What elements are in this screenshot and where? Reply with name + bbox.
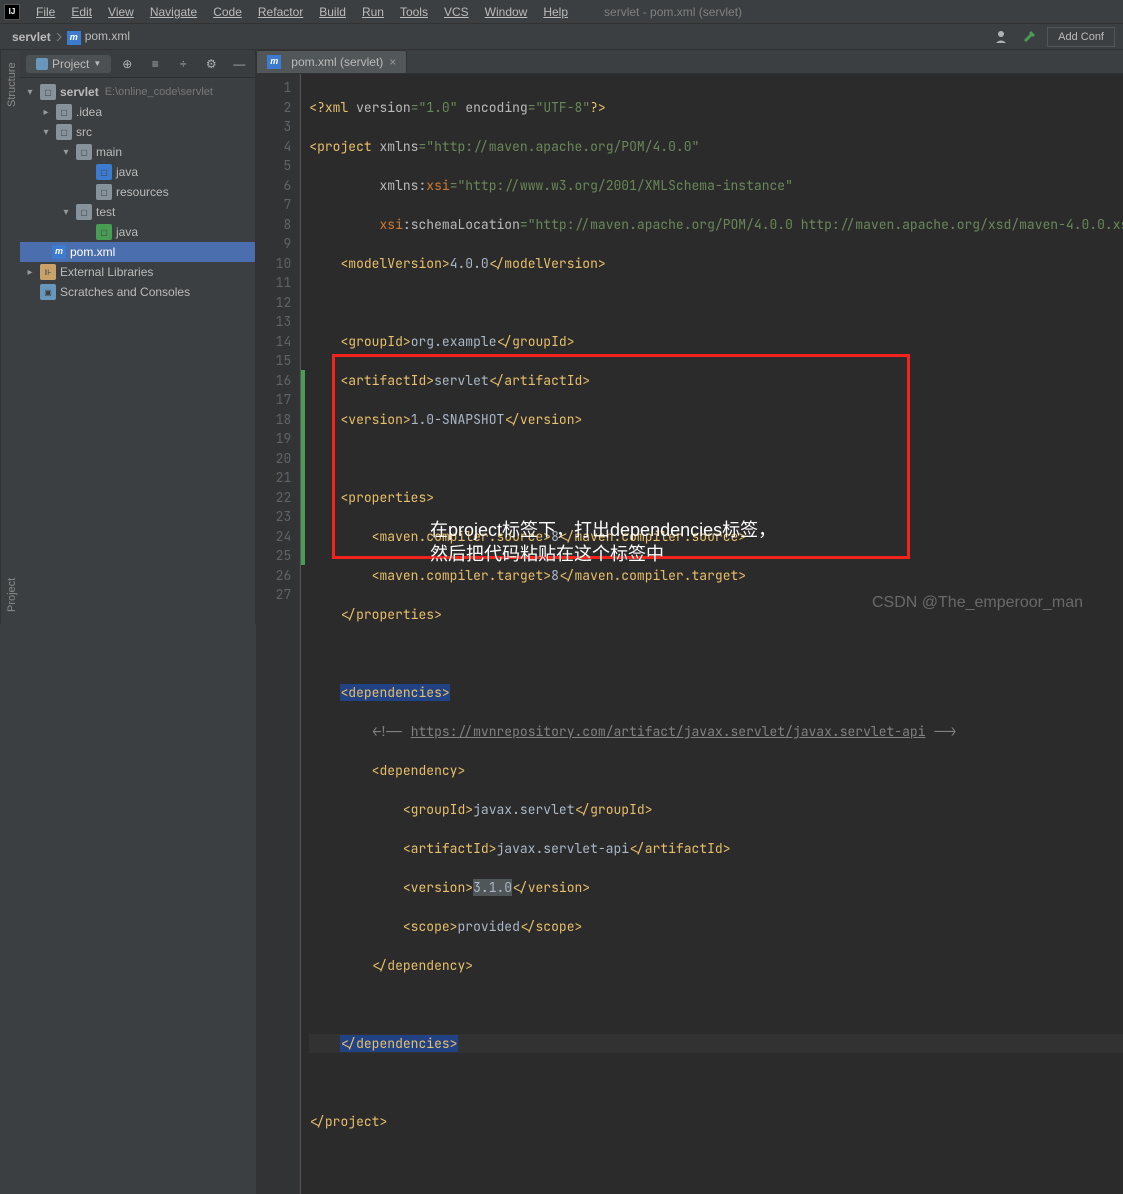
library-icon: ⊪ <box>40 264 56 280</box>
tree-main[interactable]: ▾▢main <box>20 142 255 162</box>
locate-icon[interactable]: ⊕ <box>117 54 137 74</box>
tree-src[interactable]: ▾▢src <box>20 122 255 142</box>
menu-tools[interactable]: Tools <box>392 0 436 24</box>
chevron-right-icon <box>55 33 63 41</box>
menu-refactor[interactable]: Refactor <box>250 0 311 24</box>
tree-external-libs[interactable]: ▸⊪External Libraries <box>20 262 255 282</box>
folder-icon: ▢ <box>76 144 92 160</box>
project-view-selector[interactable]: Project ▼ <box>26 55 111 73</box>
project-icon <box>36 58 48 70</box>
project-tool-window: Project ▼ ⊕ ≡ ÷ ⚙ — ▾▢servletE:\online_c… <box>20 50 256 624</box>
main-menu-bar: IJ File Edit View Navigate Code Refactor… <box>0 0 1123 24</box>
tree-test[interactable]: ▾▢test <box>20 202 255 222</box>
tree-resources[interactable]: ▢resources <box>20 182 255 202</box>
editor-tab-pom[interactable]: m pom.xml (servlet) × <box>256 50 407 73</box>
tool-structure-tab[interactable]: Structure <box>3 58 18 111</box>
menu-window[interactable]: Window <box>477 0 536 24</box>
menu-view[interactable]: View <box>100 0 142 24</box>
tree-test-java[interactable]: ▢java <box>20 222 255 242</box>
build-hammer-icon[interactable] <box>1019 27 1039 47</box>
tree-project-root[interactable]: ▾▢servletE:\online_code\servlet <box>20 82 255 102</box>
menu-code[interactable]: Code <box>205 0 250 24</box>
editor-body[interactable]: 1234567891011121314151617181920212223242… <box>256 74 1123 1194</box>
hide-icon[interactable]: — <box>229 54 249 74</box>
crumb-project[interactable]: servlet <box>8 30 55 44</box>
menu-file[interactable]: File <box>28 0 63 24</box>
test-folder-icon: ▢ <box>96 224 112 240</box>
folder-icon: ▢ <box>40 84 56 100</box>
menu-navigate[interactable]: Navigate <box>142 0 205 24</box>
tree-scratches[interactable]: ▣Scratches and Consoles <box>20 282 255 302</box>
source-folder-icon: ▢ <box>96 164 112 180</box>
tool-project-tab[interactable]: Project <box>3 574 18 616</box>
expand-icon[interactable]: ≡ <box>145 54 165 74</box>
close-icon[interactable]: × <box>389 55 396 69</box>
menu-run[interactable]: Run <box>354 0 392 24</box>
nav-bar: servlet mpom.xml Add Conf <box>0 24 1123 50</box>
menu-help[interactable]: Help <box>535 0 576 24</box>
maven-file-icon: m <box>52 245 66 259</box>
tree-idea[interactable]: ▸▢.idea <box>20 102 255 122</box>
app-logo: IJ <box>4 4 20 20</box>
editor-area: m pom.xml (servlet) × 123456789101112131… <box>256 50 1123 624</box>
resources-folder-icon: ▢ <box>96 184 112 200</box>
project-panel-header: Project ▼ ⊕ ≡ ÷ ⚙ — <box>20 50 255 78</box>
chevron-down-icon: ▼ <box>93 59 101 68</box>
tree-pom[interactable]: mpom.xml <box>20 242 255 262</box>
menu-build[interactable]: Build <box>311 0 354 24</box>
crumb-file[interactable]: mpom.xml <box>63 29 134 45</box>
collapse-icon[interactable]: ÷ <box>173 54 193 74</box>
left-tool-strip: Project Structure <box>0 50 20 624</box>
editor-tabs: m pom.xml (servlet) × <box>256 50 1123 74</box>
folder-icon: ▢ <box>56 124 72 140</box>
add-configuration-button[interactable]: Add Conf <box>1047 27 1115 47</box>
maven-file-icon: m <box>67 31 81 45</box>
code-content[interactable]: <?xml version="1.0" encoding="UTF-8"?> <… <box>300 74 1123 1194</box>
maven-file-icon: m <box>267 55 281 69</box>
tree-main-java[interactable]: ▢java <box>20 162 255 182</box>
scratches-icon: ▣ <box>40 284 56 300</box>
folder-icon: ▢ <box>76 204 92 220</box>
user-icon[interactable] <box>991 27 1011 47</box>
vcs-change-bar <box>301 370 305 565</box>
window-title: servlet - pom.xml (servlet) <box>604 5 742 19</box>
menu-vcs[interactable]: VCS <box>436 0 477 24</box>
project-tree: ▾▢servletE:\online_code\servlet ▸▢.idea … <box>20 78 255 306</box>
menu-edit[interactable]: Edit <box>63 0 100 24</box>
folder-icon: ▢ <box>56 104 72 120</box>
line-gutter: 1234567891011121314151617181920212223242… <box>256 74 300 1194</box>
gear-icon[interactable]: ⚙ <box>201 54 221 74</box>
